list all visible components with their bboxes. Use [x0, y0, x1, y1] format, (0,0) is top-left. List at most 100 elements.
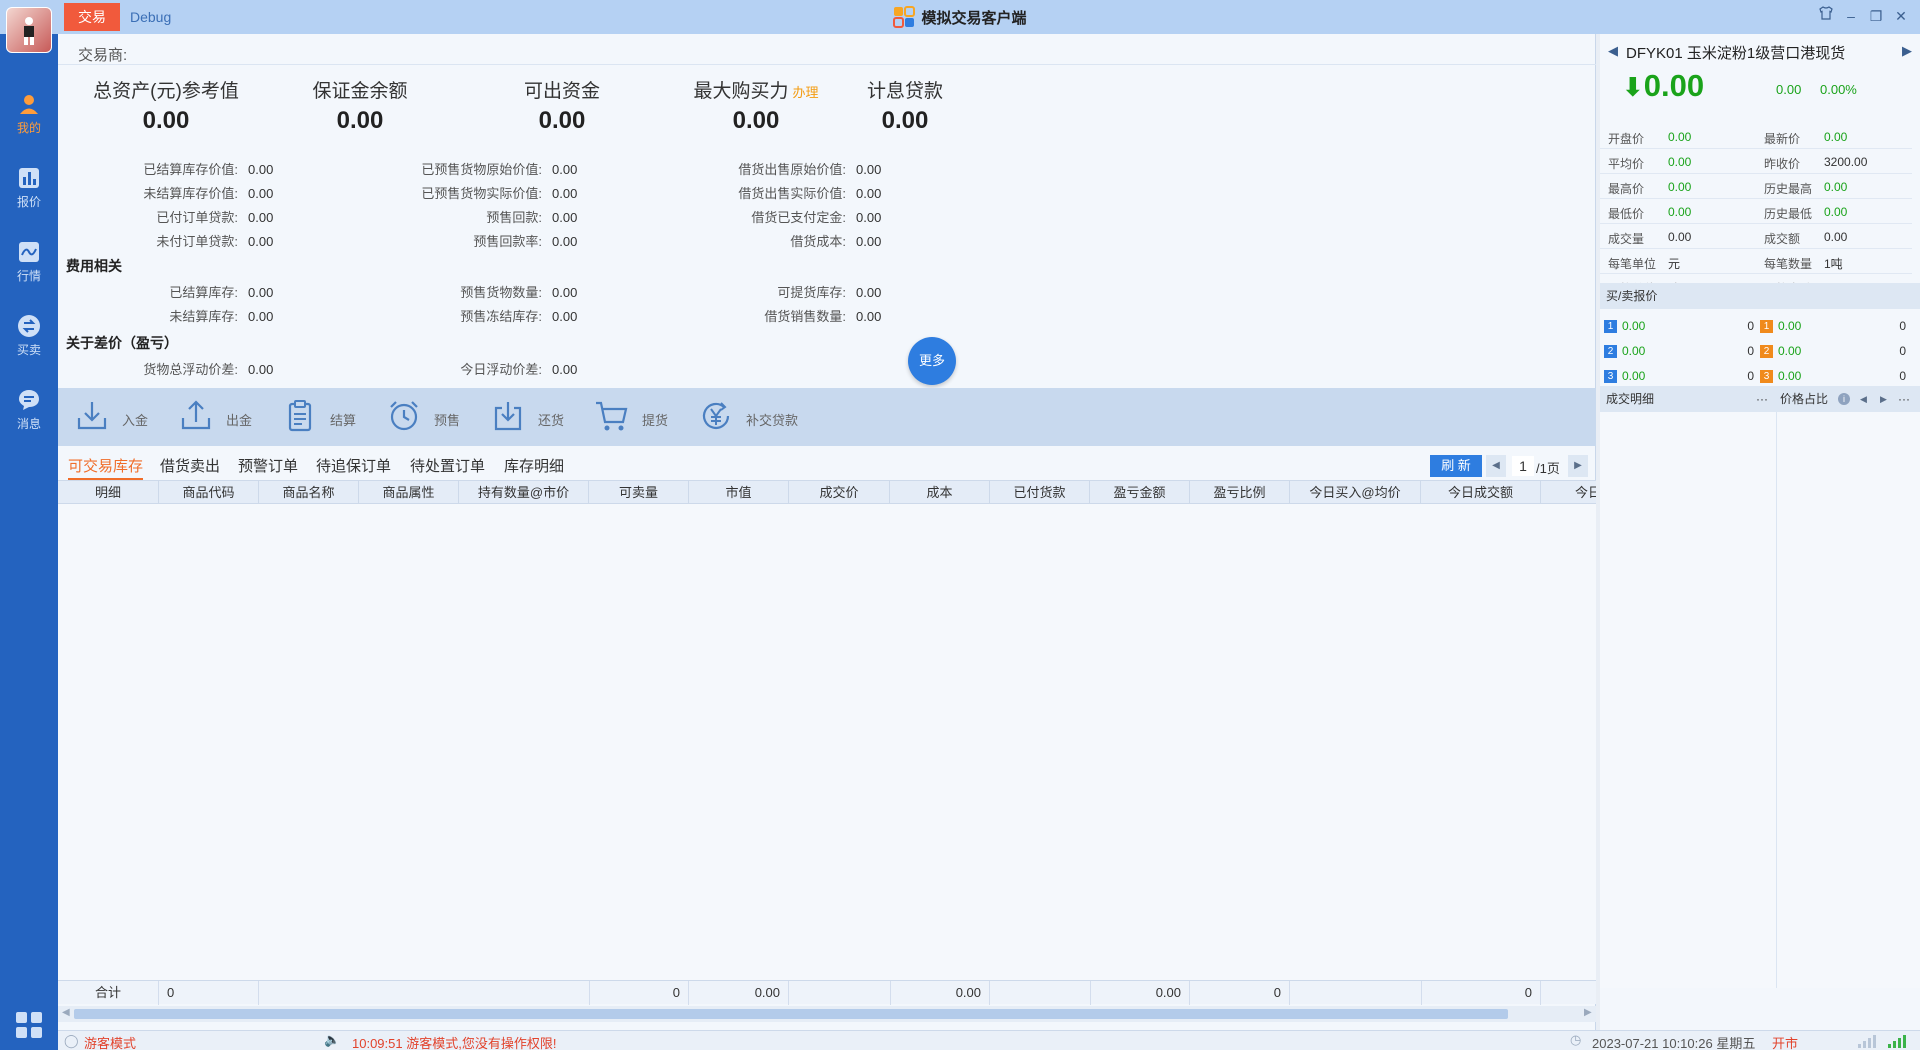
quote-key: 历史最低 [1764, 207, 1813, 221]
column-header[interactable]: 商品代码 [159, 481, 259, 503]
minimize-icon[interactable]: – [1840, 5, 1862, 27]
next-page-icon[interactable]: ▶ [1568, 455, 1588, 477]
trend-icon [19, 242, 39, 262]
column-header[interactable]: 盈亏比例 [1190, 481, 1290, 503]
detail-row: 货物总浮动价差: 0.00 [58, 359, 273, 378]
quote-row: 每笔单位元 每笔数量 1吨 [1600, 249, 1912, 274]
total-cell: 0 [159, 981, 259, 1005]
trades-list[interactable] [1600, 412, 1920, 988]
quote-row: 最高价 0.00 历史最高 0.00 [1600, 174, 1912, 199]
sidebar-item-trade[interactable]: 买卖 [0, 306, 58, 366]
status-message: 10:09:51 游客模式,您没有操作权限! [352, 1036, 557, 1050]
prev-product-icon[interactable]: ◀ [1608, 43, 1618, 59]
ratio-more-icon[interactable]: ··· [1898, 386, 1910, 412]
horizontal-scrollbar[interactable]: ◀ ▶ [58, 1006, 1596, 1022]
sell-price: 0.00 [1778, 369, 1802, 383]
grid-icon[interactable] [14, 1010, 44, 1040]
detail-value: 0.00 [552, 234, 578, 249]
close-icon[interactable]: ✕ [1890, 5, 1912, 27]
column-header[interactable]: 市值 [689, 481, 789, 503]
restore-icon[interactable]: ❐ [1865, 5, 1887, 27]
refresh-button[interactable]: 刷 新 [1430, 455, 1482, 477]
next-product-icon[interactable]: ▶ [1902, 43, 1912, 59]
quote-value: 0.00 [1668, 205, 1692, 219]
avatar[interactable] [6, 7, 52, 53]
buy-level-badge: 1 [1604, 320, 1617, 333]
table-body[interactable] [58, 504, 1596, 980]
sell-quantity: 0 [1899, 319, 1906, 333]
metric-max-buying-power: 最大购买力 办理 0.00 [676, 76, 836, 135]
detail-key: 已预售货物原始价值: [421, 162, 542, 177]
metric-label: 总资产(元)参考值 [93, 81, 239, 102]
detail-row: 预售货物数量: 0.00 [298, 282, 577, 301]
column-header[interactable]: 商品属性 [359, 481, 459, 503]
speaker-icon[interactable]: 🔈 [324, 1032, 340, 1048]
orderbook-row[interactable]: 1 0.00 0 1 0.00 0 [1600, 314, 1912, 339]
title-bar: 交易 Debug 模拟交易客户端 – ❐ ✕ [0, 0, 1920, 34]
column-header[interactable]: 今日内盈 [1541, 481, 1596, 503]
scroll-left-icon[interactable]: ◀ [62, 1007, 70, 1018]
quote-row: 最低价 0.00 历史最低 0.00 [1600, 199, 1912, 224]
pickup-button[interactable]: 提货 [594, 398, 690, 436]
settle-button[interactable]: 结算 [282, 398, 378, 436]
detail-row: 已结算库存价值: 0.00 [58, 159, 273, 178]
detail-value: 0.00 [552, 186, 578, 201]
clock-icon: ◷ [1570, 1032, 1582, 1047]
divider [58, 64, 1596, 65]
column-header[interactable]: 持有数量@市价 [459, 481, 589, 503]
buy-quantity: 0 [1747, 319, 1754, 333]
prev-page-icon[interactable]: ◀ [1486, 455, 1506, 477]
scroll-right-icon[interactable]: ▶ [1584, 1007, 1592, 1018]
orderbook-row[interactable]: 2 0.00 0 2 0.00 0 [1600, 339, 1912, 364]
action-label: 还货 [538, 413, 565, 428]
column-header[interactable]: 可卖量 [589, 481, 689, 503]
quote-row: 开盘价 0.00 最新价 0.00 [1600, 124, 1912, 149]
presale-button[interactable]: 预售 [386, 398, 482, 436]
column-header[interactable]: 商品名称 [259, 481, 359, 503]
detail-value: 0.00 [856, 162, 882, 177]
column-header[interactable]: 今日买入@均价 [1290, 481, 1421, 503]
detail-value: 0.00 [248, 210, 274, 225]
withdraw-button[interactable]: 出金 [178, 398, 274, 436]
column-header[interactable]: 今日成交额 [1421, 481, 1541, 503]
ratio-prev-icon[interactable]: ◀ [1860, 386, 1867, 412]
table-total-row: 合计 0 0 0.00 0.00 0.00 0 0 [58, 980, 1596, 1005]
column-header[interactable]: 明细 [58, 481, 159, 503]
return-goods-button[interactable]: 还货 [490, 398, 586, 436]
tab-tradable-stock[interactable]: 可交易库存 [68, 455, 144, 480]
ratio-next-icon[interactable]: ▶ [1880, 386, 1887, 412]
tab-pending-orders[interactable]: 待处置订单 [410, 455, 485, 476]
trades-more-icon[interactable]: ··· [1756, 386, 1768, 412]
sidebar-item-mine[interactable]: 我的 [0, 84, 58, 144]
total-cell: 0.00 [1090, 981, 1190, 1005]
column-header[interactable]: 成交价 [789, 481, 890, 503]
info-icon[interactable]: i [1838, 393, 1850, 405]
metric-value: 0.00 [336, 107, 384, 134]
scrollbar-thumb[interactable] [74, 1009, 1508, 1019]
page-current[interactable]: 1 [1512, 456, 1534, 476]
deposit-button[interactable]: 入金 [74, 398, 170, 436]
column-header[interactable]: 已付货款 [990, 481, 1090, 503]
arrow-down-icon: ⬇ [1622, 72, 1644, 102]
column-header[interactable]: 成本 [890, 481, 990, 503]
apply-link[interactable]: 办理 [793, 85, 819, 100]
quote-key: 每笔数量 [1764, 257, 1813, 271]
detail-row: 预售冻结库存: 0.00 [298, 306, 577, 325]
tab-stock-detail[interactable]: 库存明细 [504, 455, 564, 476]
buy-price: 0.00 [1622, 344, 1646, 358]
detail-key: 借货成本: [790, 234, 846, 249]
pay-loan-button[interactable]: 补交贷款 [698, 398, 828, 436]
tab-borrow-sell[interactable]: 借货卖出 [160, 455, 220, 476]
detail-value: 0.00 [248, 234, 274, 249]
tab-warning-orders[interactable]: 预警订单 [238, 455, 298, 476]
shirt-icon[interactable] [1815, 5, 1837, 27]
column-header[interactable]: 盈亏金额 [1090, 481, 1190, 503]
sidebar-item-market[interactable]: 行情 [0, 232, 58, 292]
trades-title: 成交明细 [1606, 392, 1655, 406]
more-button[interactable]: 更多 [908, 337, 956, 385]
sidebar-item-quote[interactable]: 报价 [0, 158, 58, 218]
app-title: 模拟交易客户端 [0, 6, 1920, 28]
sidebar-item-message[interactable]: 消息 [0, 380, 58, 440]
quote-key: 成交量 [1608, 232, 1645, 246]
tab-margin-call-orders[interactable]: 待追保订单 [316, 455, 391, 476]
